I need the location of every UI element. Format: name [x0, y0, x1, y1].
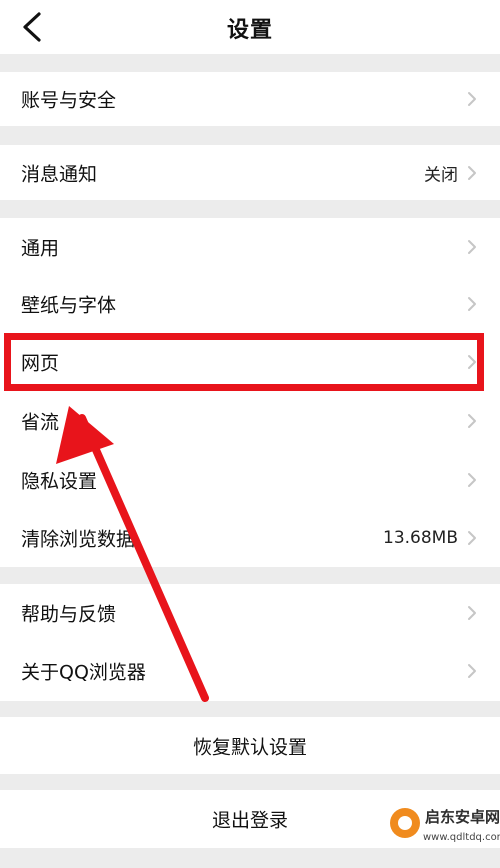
restore-defaults-button[interactable]: 恢复默认设置 — [0, 717, 500, 774]
web-page-item[interactable]: 网页 — [0, 333, 500, 391]
notifications-value: 关闭 — [424, 165, 458, 185]
privacy-label: 隐私设置 — [21, 470, 98, 493]
chevron-right-icon — [468, 355, 476, 369]
clear-data-item[interactable]: 清除浏览数据 13.68MB — [0, 509, 500, 567]
clear-data-value: 13.68MB — [383, 528, 458, 548]
chevron-right-icon — [468, 531, 476, 545]
account-security-label: 账号与安全 — [21, 89, 117, 112]
about-item[interactable]: 关于QQ浏览器 — [0, 641, 500, 701]
about-label: 关于QQ浏览器 — [21, 661, 146, 684]
data-saving-item[interactable]: 省流 — [0, 391, 500, 451]
help-feedback-label: 帮助与反馈 — [21, 603, 117, 625]
help-feedback-item[interactable]: 帮助与反馈 — [0, 584, 500, 641]
page-title: 设置 — [226, 18, 273, 43]
chevron-right-icon — [468, 92, 476, 106]
general-label: 通用 — [21, 237, 60, 259]
wallpaper-font-item[interactable]: 壁纸与字体 — [0, 275, 500, 333]
account-security-item[interactable]: 账号与安全 — [0, 72, 500, 126]
watermark-title: 启东安卓网 — [425, 808, 500, 826]
clear-data-label: 清除浏览数据 — [21, 528, 136, 551]
chevron-right-icon — [468, 239, 476, 254]
wallpaper-font-label: 壁纸与字体 — [21, 294, 117, 317]
privacy-item[interactable]: 隐私设置 — [0, 451, 500, 509]
chevron-right-icon — [468, 297, 476, 311]
chevron-right-icon — [468, 473, 476, 487]
data-saving-label: 省流 — [21, 411, 60, 434]
watermark-logo-icon — [390, 808, 420, 838]
notifications-label: 消息通知 — [21, 163, 98, 185]
chevron-right-icon — [468, 165, 476, 180]
notifications-item[interactable]: 消息通知 关闭 — [0, 145, 500, 200]
watermark-url: www.qdltdq.com — [423, 832, 500, 843]
web-page-label: 网页 — [21, 352, 60, 375]
header: 设置 — [0, 0, 500, 54]
chevron-right-icon — [468, 414, 476, 428]
general-item[interactable]: 通用 — [0, 218, 500, 275]
chevron-right-icon — [468, 605, 476, 620]
site-watermark: 启东安卓网 www.qdltdq.com — [390, 798, 500, 864]
chevron-right-icon — [468, 664, 476, 678]
restore-defaults-label: 恢复默认设置 — [192, 736, 307, 758]
